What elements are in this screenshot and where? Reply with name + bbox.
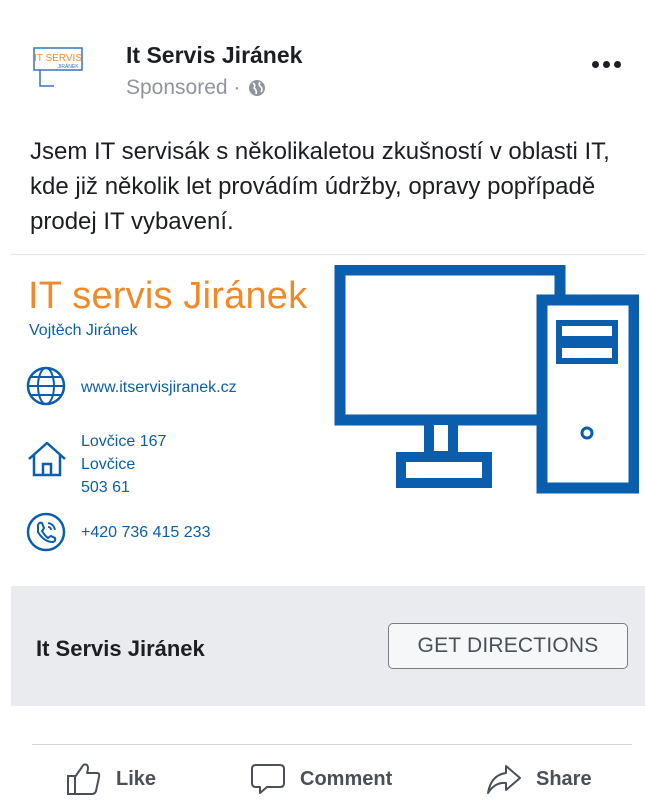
globe-web-icon — [26, 366, 66, 406]
page-logo[interactable]: IT SERVIS JIRÁNEK — [32, 46, 84, 94]
post-header: IT SERVIS JIRÁNEK It Servis Jiránek Spon… — [0, 0, 645, 110]
ad-address-line1: Lovčice 167 — [81, 433, 167, 450]
ad-owner-name: Vojtěch Jiránek — [29, 322, 138, 339]
comment-button[interactable]: Comment — [250, 762, 392, 796]
ad-website: www.itservisjiranek.cz — [81, 379, 237, 396]
ad-address-line2: Lovčice — [81, 456, 136, 473]
more-dot-icon — [614, 60, 621, 68]
comment-bubble-icon — [251, 764, 285, 794]
sponsored-label[interactable]: Sponsored · — [126, 76, 240, 100]
ad-image[interactable]: IT servis Jiránek Vojtěch Jiránek www.it… — [11, 254, 645, 587]
post-text: Jsem IT servisák s několikaletou zkušnos… — [30, 138, 610, 235]
share-label: Share — [536, 767, 592, 790]
share-arrow-icon — [487, 765, 521, 794]
sponsored-row: Sponsored · — [126, 76, 266, 100]
ad-phone: +420 736 415 233 — [81, 524, 211, 541]
share-button[interactable]: Share — [486, 762, 592, 796]
cta-page-name: It Servis Jiránek — [36, 636, 205, 661]
page-name-link[interactable]: It Servis Jiránek — [126, 42, 302, 69]
post-actions: Like Comment Share — [0, 752, 645, 810]
thumbs-up-icon — [67, 763, 101, 795]
more-dot-icon — [592, 60, 599, 68]
comment-label: Comment — [300, 767, 393, 790]
ad-address: Lovčice 167 Lovčice 503 61 — [81, 430, 166, 499]
logo-text-sub: JIRÁNEK — [57, 63, 79, 70]
like-label: Like — [116, 767, 157, 790]
logo-text-main: IT SERVIS — [34, 53, 82, 64]
phone-icon — [26, 512, 66, 552]
sponsored-post-card: IT SERVIS JIRÁNEK It Servis Jiránek Spon… — [0, 0, 645, 810]
get-directions-button[interactable]: GET DIRECTIONS — [388, 623, 628, 669]
house-icon — [28, 441, 66, 477]
like-button[interactable]: Like — [66, 762, 156, 796]
desktop-computer-icon — [334, 265, 639, 494]
more-options-button[interactable] — [592, 58, 626, 70]
ad-address-line3: 503 61 — [81, 479, 130, 496]
ad-brand-title: IT servis Jiránek — [28, 275, 308, 317]
actions-divider — [32, 744, 632, 745]
call-to-action-bar: It Servis Jiránek GET DIRECTIONS — [11, 586, 645, 706]
more-dot-icon — [603, 60, 610, 68]
globe-icon — [249, 80, 266, 96]
